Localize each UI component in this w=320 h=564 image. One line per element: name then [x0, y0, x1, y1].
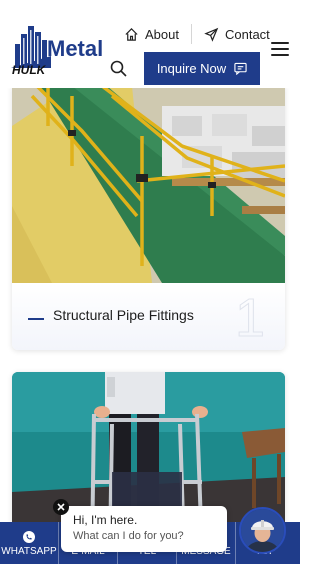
about-link[interactable]: About — [124, 27, 179, 42]
inquire-now-button[interactable]: Inquire Now — [144, 52, 260, 85]
search-icon[interactable] — [110, 60, 127, 77]
contact-label: Contact — [224, 26, 270, 42]
send-icon — [204, 27, 219, 42]
chat-popup[interactable]: Hi, I'm here. What can I do for you? — [61, 506, 227, 552]
close-icon[interactable] — [53, 499, 69, 515]
inquire-label: Inquire Now — [156, 61, 227, 76]
contact-link[interactable]: Contact — [204, 27, 270, 42]
title-accent-line — [28, 318, 44, 320]
top-links: About Contact — [124, 22, 270, 46]
chat-prompt: What can I do for you? — [73, 530, 184, 542]
home-icon — [125, 27, 138, 41]
company-logo[interactable]: Metal HULK — [11, 22, 107, 78]
card-footer: Structural Pipe Fittings 1 — [12, 283, 285, 350]
card-number: 1 — [234, 288, 265, 348]
whatsapp-icon — [23, 530, 35, 543]
product-card[interactable]: Structural Pipe Fittings 1 — [12, 86, 285, 350]
chat-greeting: Hi, I'm here. — [73, 513, 138, 527]
whatsapp-button[interactable]: WHATSAPP — [0, 522, 59, 564]
about-label: About — [145, 26, 179, 42]
site-header: Metal HULK About Contact Inquire Now — [0, 0, 300, 88]
message-icon — [234, 62, 247, 75]
links-divider — [190, 24, 192, 44]
whatsapp-label: WHATSAPP — [1, 545, 57, 557]
product-image-walkway[interactable] — [12, 86, 285, 283]
logo-tag: HULK — [12, 63, 47, 77]
logo-word: Metal — [47, 36, 103, 61]
hamburger-menu-icon[interactable] — [271, 42, 289, 56]
support-agent-avatar[interactable] — [239, 507, 286, 554]
card-title[interactable]: Structural Pipe Fittings — [53, 307, 194, 323]
